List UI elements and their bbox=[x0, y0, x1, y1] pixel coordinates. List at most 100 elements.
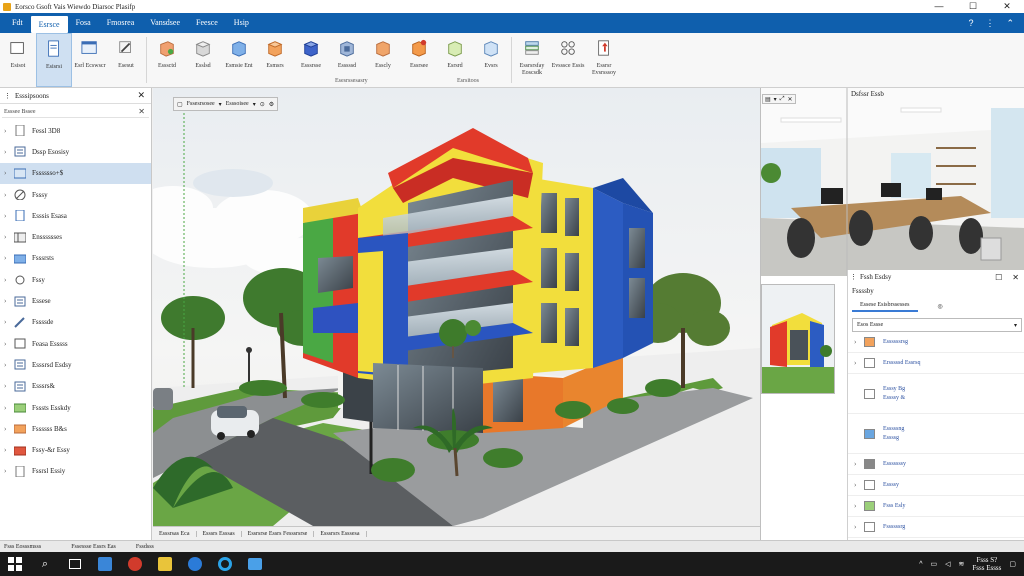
wifi-icon[interactable]: ≋ bbox=[959, 560, 965, 568]
chevron-right-icon[interactable]: › bbox=[4, 148, 12, 156]
outline-row[interactable]: Esssy Bg Essssy & bbox=[848, 374, 1024, 414]
expand-icon[interactable]: ⤢ bbox=[780, 96, 785, 103]
chevron-down-icon[interactable]: ▾ bbox=[774, 96, 777, 103]
chevron-right-icon[interactable]: › bbox=[854, 359, 864, 367]
volume-icon[interactable]: ◁ bbox=[945, 560, 950, 568]
close-button[interactable]: ✕ bbox=[990, 0, 1024, 13]
panel-menu-icon[interactable]: ⋮ bbox=[4, 92, 11, 100]
outline-row[interactable]: › Essssy bbox=[848, 475, 1024, 496]
chevron-right-icon[interactable]: › bbox=[4, 254, 12, 262]
chevron-right-icon[interactable]: › bbox=[4, 425, 12, 433]
filter-input[interactable]: Esos Essse ▾ bbox=[852, 318, 1022, 332]
outline-row[interactable]: › Fssssssrg bbox=[848, 517, 1024, 538]
chevron-right-icon[interactable]: › bbox=[4, 233, 12, 241]
tree-item[interactable]: › Esssrsd Esdsy bbox=[0, 354, 151, 375]
menu-item[interactable]: Fdt bbox=[4, 13, 31, 33]
viewport-status-field[interactable]: Esssrs Esssas bbox=[197, 530, 242, 537]
menu-item[interactable]: Fmosrea bbox=[99, 13, 143, 33]
chevron-right-icon[interactable]: › bbox=[854, 502, 864, 510]
tree-item[interactable]: › Fssssss B&s bbox=[0, 418, 151, 439]
help-icon[interactable]: ? bbox=[968, 18, 973, 28]
tree-item[interactable]: › Essese bbox=[0, 290, 151, 311]
menu-item[interactable]: Hsip bbox=[226, 13, 257, 33]
chevron-right-icon[interactable]: › bbox=[854, 338, 864, 346]
ribbon-button[interactable]: Esisrsi bbox=[36, 33, 72, 87]
building-render[interactable] bbox=[153, 88, 760, 526]
app-icon[interactable] bbox=[185, 554, 205, 574]
tree-item[interactable]: › Fsssssso+$ bbox=[0, 162, 151, 184]
viewport-status-field[interactable]: Essrsrse Essrs Fesssrsrse bbox=[242, 530, 315, 537]
search-icon[interactable]: ⌕ bbox=[35, 554, 55, 574]
tree-item[interactable]: › Esssrs& bbox=[0, 376, 151, 397]
settings-icon[interactable]: ◎ bbox=[938, 303, 943, 310]
app-icon[interactable] bbox=[125, 554, 145, 574]
tree-item[interactable]: › Fsssy bbox=[0, 184, 151, 205]
tree-item[interactable]: › Fsssrsts bbox=[0, 248, 151, 269]
tree-item[interactable]: › Feasa Esssss bbox=[0, 333, 151, 354]
viewport-status-field[interactable]: Esssrsas Eca bbox=[153, 530, 197, 537]
chevron-right-icon[interactable]: › bbox=[4, 404, 12, 412]
settings-icon[interactable]: ⚙ bbox=[269, 101, 274, 108]
outline-row[interactable]: › Esssssssy bbox=[848, 454, 1024, 475]
ribbon-button[interactable]: Essrsr Evsrsssoy bbox=[586, 33, 622, 87]
chevron-down-icon[interactable]: ▾ bbox=[219, 101, 222, 108]
notification-icon[interactable]: ▢ bbox=[1009, 560, 1016, 568]
chevron-right-icon[interactable]: › bbox=[4, 127, 12, 135]
chevron-right-icon[interactable]: › bbox=[4, 169, 12, 177]
tab-scene[interactable]: Essese Esisbrssesses bbox=[852, 300, 918, 312]
start-icon[interactable] bbox=[5, 554, 25, 574]
chevron-right-icon[interactable]: › bbox=[4, 467, 12, 475]
close-icon[interactable]: ✕ bbox=[137, 90, 145, 101]
view-icon[interactable]: ▢ bbox=[177, 101, 183, 108]
ribbon-button[interactable]: Esisot bbox=[0, 33, 36, 87]
chevron-right-icon[interactable]: › bbox=[4, 361, 12, 369]
menu-item[interactable]: Esrsce bbox=[30, 16, 68, 33]
app-icon[interactable] bbox=[245, 554, 265, 574]
interior-preview[interactable]: ▤ ▾ ⤢ ✕ Dsfssr Essb bbox=[761, 88, 1024, 276]
chevron-right-icon[interactable]: › bbox=[4, 297, 12, 305]
network-icon[interactable]: ▭ bbox=[930, 560, 937, 568]
search-input[interactable]: Esssee Bssee ✕ bbox=[2, 106, 149, 118]
app-icon[interactable] bbox=[95, 554, 115, 574]
menu-item[interactable]: Vansdsee bbox=[142, 13, 188, 33]
viewport-status-field[interactable]: Esssrsrs Esssesa bbox=[314, 530, 367, 537]
view-mode-select[interactable]: Fssesrsosee bbox=[187, 101, 215, 107]
chevron-down-icon[interactable]: ▾ bbox=[253, 101, 256, 108]
ribbon-button[interactable]: Esesut bbox=[108, 33, 144, 87]
3d-viewport[interactable]: ▢ Fssesrsosee ▾ Esssoisee ▾ ⊙ ⚙ bbox=[153, 88, 760, 526]
more-icon[interactable]: ⋮ bbox=[985, 18, 994, 29]
ribbon-button[interactable]: Esmsie Ent bbox=[221, 33, 257, 87]
chevron-up-icon[interactable]: ^ bbox=[919, 561, 922, 568]
ribbon-button[interactable]: Esmsrs bbox=[257, 33, 293, 87]
camera-icon[interactable]: ⊙ bbox=[260, 101, 265, 108]
app-icon[interactable] bbox=[155, 554, 175, 574]
chevron-right-icon[interactable]: › bbox=[4, 318, 12, 326]
minimize-button[interactable]: — bbox=[922, 0, 956, 13]
menu-item[interactable]: Fosa bbox=[68, 13, 99, 33]
clock[interactable]: Fsss S? Fsss Essss bbox=[972, 556, 1001, 572]
chevron-right-icon[interactable]: › bbox=[4, 191, 12, 199]
ribbon-button[interactable]: Esslsd bbox=[185, 33, 221, 87]
ribbon-button[interactable]: Esrl Ecswscr bbox=[72, 33, 108, 87]
ribbon-button[interactable]: Essrsee bbox=[401, 33, 437, 87]
chevron-right-icon[interactable]: › bbox=[854, 460, 864, 468]
dock-icon[interactable]: ☐ bbox=[995, 273, 1002, 282]
panel-menu-icon[interactable]: ⋮ bbox=[850, 273, 857, 281]
clear-icon[interactable]: ✕ bbox=[138, 107, 145, 116]
chevron-right-icon[interactable]: › bbox=[4, 382, 12, 390]
chevron-right-icon[interactable]: › bbox=[4, 340, 12, 348]
display-mode-select[interactable]: Esssoisee bbox=[226, 101, 249, 107]
chevron-right-icon[interactable]: › bbox=[4, 446, 12, 454]
chevron-right-icon[interactable]: › bbox=[854, 523, 864, 531]
ribbon-button[interactable]: Essrsrsfay Eoscsdk bbox=[514, 33, 550, 87]
building-thumbnail[interactable] bbox=[761, 284, 835, 394]
edge-icon[interactable] bbox=[215, 554, 235, 574]
task-view-icon[interactable] bbox=[65, 554, 85, 574]
ribbon-button[interactable]: Esscly bbox=[365, 33, 401, 87]
tree-item[interactable]: › Fsssts Esskdy bbox=[0, 397, 151, 418]
tree-item[interactable]: › Esssis Esasa bbox=[0, 205, 151, 226]
outline-row[interactable]: Esssssng Essssg bbox=[848, 414, 1024, 454]
menu-item[interactable]: Feesce bbox=[188, 13, 226, 33]
outline-row[interactable]: › Ersssssd Essrsq bbox=[848, 353, 1024, 374]
chevron-right-icon[interactable]: › bbox=[4, 276, 12, 284]
